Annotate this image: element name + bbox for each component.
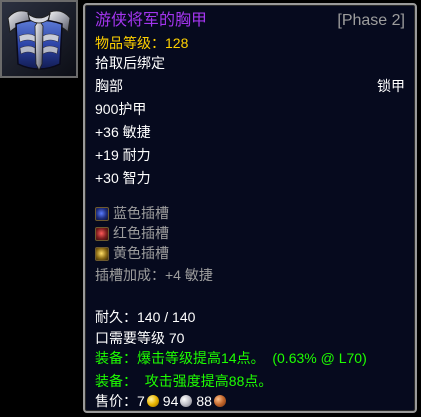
item-name: 游侠将军的胸甲 [95, 12, 208, 29]
silver-coin-icon [180, 395, 193, 407]
stat-line: +36 敏捷 [95, 124, 151, 140]
sell-price: 售价：7 94 88 [95, 391, 230, 411]
red-socket-icon [95, 227, 109, 241]
silver-amount: 94 [162, 393, 179, 409]
sell-label: 售价： [95, 393, 137, 409]
stat-line: +19 耐力 [95, 147, 151, 163]
socket-label: 红色插槽 [113, 225, 169, 241]
equip-label: 装备： [95, 373, 137, 389]
item-tooltip: 游侠将军的胸甲 [Phase 2] 物品等级：128 拾取后绑定 胸部 锁甲 9… [83, 3, 417, 413]
yellow-socket-icon [95, 247, 109, 261]
armor-type: 锁甲 [377, 78, 405, 94]
blue-socket-icon [95, 207, 109, 221]
socket-blue: 蓝色插槽 [95, 203, 169, 223]
item-icon[interactable] [0, 0, 78, 78]
armor-value: 900护甲 [95, 101, 147, 117]
item-level: 物品等级：128 [95, 35, 189, 51]
equip-effect: 装备： 攻击强度提高88点。 [95, 371, 272, 391]
bind-type: 拾取后绑定 [95, 55, 165, 71]
socket-label: 蓝色插槽 [113, 205, 169, 221]
chest-armor-icon [2, 2, 76, 76]
equip-extra: (0.63% @ L70) [272, 350, 367, 366]
socket-label: 黄色插槽 [113, 245, 169, 261]
stat-line: +30 智力 [95, 170, 151, 186]
equip-text: 爆击等级提高14点。 [137, 350, 265, 366]
gold-amount: 7 [137, 393, 145, 409]
gold-coin-icon [146, 395, 159, 407]
socket-bonus: 插槽加成：+4 敏捷 [95, 267, 213, 283]
copper-coin-icon [213, 395, 226, 407]
tooltip-stage: 游侠将军的胸甲 [Phase 2] 物品等级：128 拾取后绑定 胸部 锁甲 9… [0, 0, 421, 417]
phase-tag: [Phase 2] [337, 12, 405, 29]
equip-text: 攻击强度提高88点。 [140, 373, 273, 389]
equip-label: 装备： [95, 350, 137, 366]
socket-yellow: 黄色插槽 [95, 243, 169, 263]
copper-amount: 88 [196, 393, 212, 409]
equip-effect: 装备：爆击等级提高14点。 (0.63% @ L70) [95, 348, 367, 368]
durability: 耐久：140 / 140 [95, 309, 196, 325]
socket-red: 红色插槽 [95, 223, 169, 243]
required-level: 口需要等级 70 [95, 330, 185, 346]
equip-slot: 胸部 [95, 78, 123, 94]
